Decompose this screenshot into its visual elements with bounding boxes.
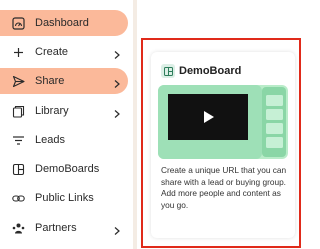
demoboard-icon bbox=[161, 64, 175, 78]
filter-lines-icon bbox=[12, 134, 25, 147]
chevron-right-icon bbox=[113, 76, 121, 88]
board-layout-icon bbox=[12, 163, 25, 176]
chevron-right-icon bbox=[113, 47, 121, 59]
link-icon bbox=[12, 192, 25, 205]
demoboard-option-card[interactable]: DemoBoard Create a unique URL that you c… bbox=[151, 52, 295, 238]
library-icon bbox=[12, 105, 25, 118]
chevron-right-icon bbox=[113, 106, 121, 118]
share-submenu-popover: DemoBoard Create a unique URL that you c… bbox=[141, 38, 301, 248]
sidebar-item-label: Leads bbox=[35, 134, 65, 146]
dashboard-gauge-icon bbox=[12, 17, 25, 30]
sidebar-item-share[interactable]: Share bbox=[0, 68, 128, 94]
send-icon bbox=[12, 75, 25, 88]
card-title: DemoBoard bbox=[179, 65, 242, 77]
sidebar-nav: Dashboard Create Share Library Leads Dem… bbox=[0, 0, 133, 249]
chevron-right-icon bbox=[113, 223, 121, 235]
sidebar-item-label: Create bbox=[35, 46, 69, 58]
sidebar-item-label: Share bbox=[35, 75, 65, 87]
card-description: Create a unique URL that you can share w… bbox=[161, 165, 287, 210]
card-header bbox=[161, 64, 175, 78]
demoboard-preview-illustration bbox=[158, 85, 288, 159]
partners-icon bbox=[12, 222, 25, 235]
sidebar-item-label: Dashboard bbox=[35, 17, 89, 29]
sidebar-item-label: Partners bbox=[35, 222, 77, 234]
sidebar-item-label: DemoBoards bbox=[35, 163, 100, 175]
plus-icon bbox=[12, 46, 25, 59]
sidebar-item-label: Public Links bbox=[35, 192, 94, 204]
sidebar-divider bbox=[133, 0, 137, 249]
sidebar-item-label: Library bbox=[35, 105, 69, 117]
sidebar-item-dashboard[interactable]: Dashboard bbox=[0, 10, 128, 36]
